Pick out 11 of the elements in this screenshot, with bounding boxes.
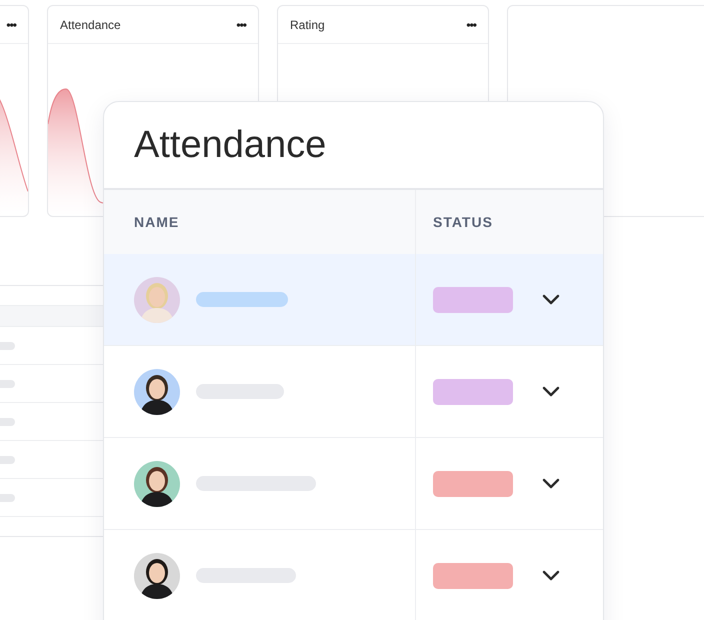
chevron-down-icon[interactable]: [542, 294, 560, 306]
panel-title: Attendance: [133, 122, 328, 168]
column-header: STATUS: [432, 213, 494, 232]
chevron-down-icon[interactable]: [542, 570, 560, 582]
card-title: Rating: [290, 18, 325, 32]
card-title: Attendance: [60, 18, 121, 32]
more-menu[interactable]: •••: [236, 18, 246, 32]
chevron-down-icon[interactable]: [542, 386, 560, 398]
chevron-down-icon[interactable]: [542, 478, 560, 490]
more-menu[interactable]: •••: [466, 18, 476, 32]
more-menu[interactable]: •••: [6, 18, 16, 32]
